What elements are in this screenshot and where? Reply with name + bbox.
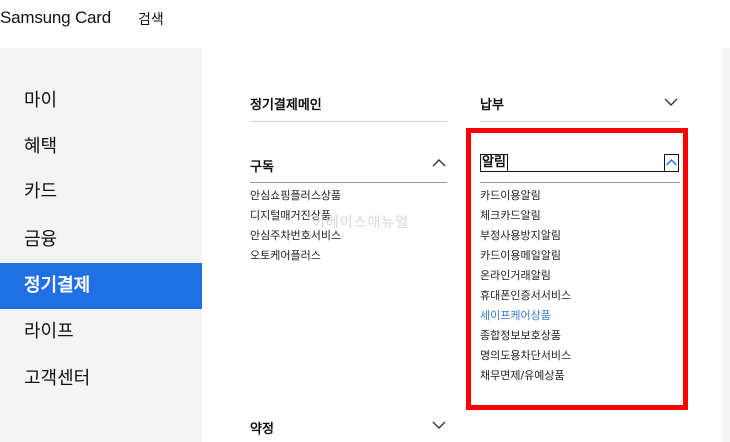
subscription-section-toggle[interactable]: 구독 [250,156,274,175]
list-item[interactable]: 안심쇼핑플러스상품 [250,186,341,206]
watermark: 이베이스매뉴얼 [312,215,410,231]
sidebar-item-my[interactable]: 마이 [0,78,202,124]
payment-section-toggle[interactable]: 납부 [480,94,504,113]
top-header: Samsung Card 검색 [0,0,730,40]
sidebar-item-benefits[interactable]: 혜택 [0,124,202,170]
chevron-up-icon[interactable] [431,158,447,168]
chevron-down-icon[interactable] [663,97,679,107]
sidebar-item-finance[interactable]: 금융 [0,217,202,263]
recurring-main-link[interactable]: 정기결제메인 [250,94,322,113]
right-gutter [722,48,730,442]
contract-section-toggle[interactable]: 약정 [250,418,274,437]
sidebar-nav: 마이 혜택 카드 금융 정기결제 라이프 고객센터 [0,48,202,442]
sidebar-item-customer-center[interactable]: 고객센터 [0,356,202,402]
chevron-down-icon[interactable] [431,420,447,430]
annotation-highlight-box [466,128,688,410]
brand-logo[interactable]: Samsung Card [0,8,111,28]
sidebar-item-life[interactable]: 라이프 [0,309,202,355]
divider [250,121,447,122]
list-item[interactable]: 오토케어플러스 [250,246,341,266]
sidebar-item-recurring-payment[interactable]: 정기결제 [0,263,202,309]
sidebar-item-card[interactable]: 카드 [0,169,202,215]
search-link[interactable]: 검색 [138,9,164,29]
divider [250,182,447,183]
divider [480,121,680,122]
